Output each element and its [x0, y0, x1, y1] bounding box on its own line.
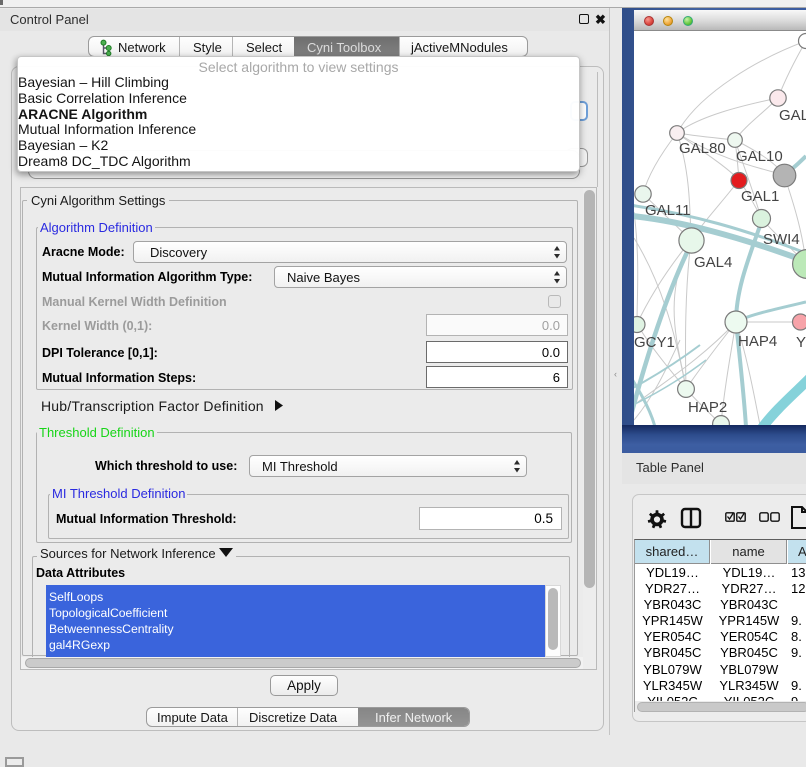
- svg-text:GAL4: GAL4: [694, 254, 732, 271]
- svg-text:GAL80: GAL80: [679, 140, 726, 157]
- svg-text:HAP4: HAP4: [738, 333, 777, 350]
- svg-text:Y: Y: [796, 334, 806, 351]
- svg-text:GAL1: GAL1: [741, 188, 779, 205]
- svg-text:GCY1: GCY1: [634, 334, 675, 351]
- svg-text:GAL10: GAL10: [736, 148, 783, 165]
- svg-text:GAL: GAL: [779, 107, 806, 124]
- svg-text:SWI4: SWI4: [763, 231, 800, 248]
- svg-text:HAP2: HAP2: [688, 399, 727, 416]
- svg-text:GAL11: GAL11: [645, 202, 691, 219]
